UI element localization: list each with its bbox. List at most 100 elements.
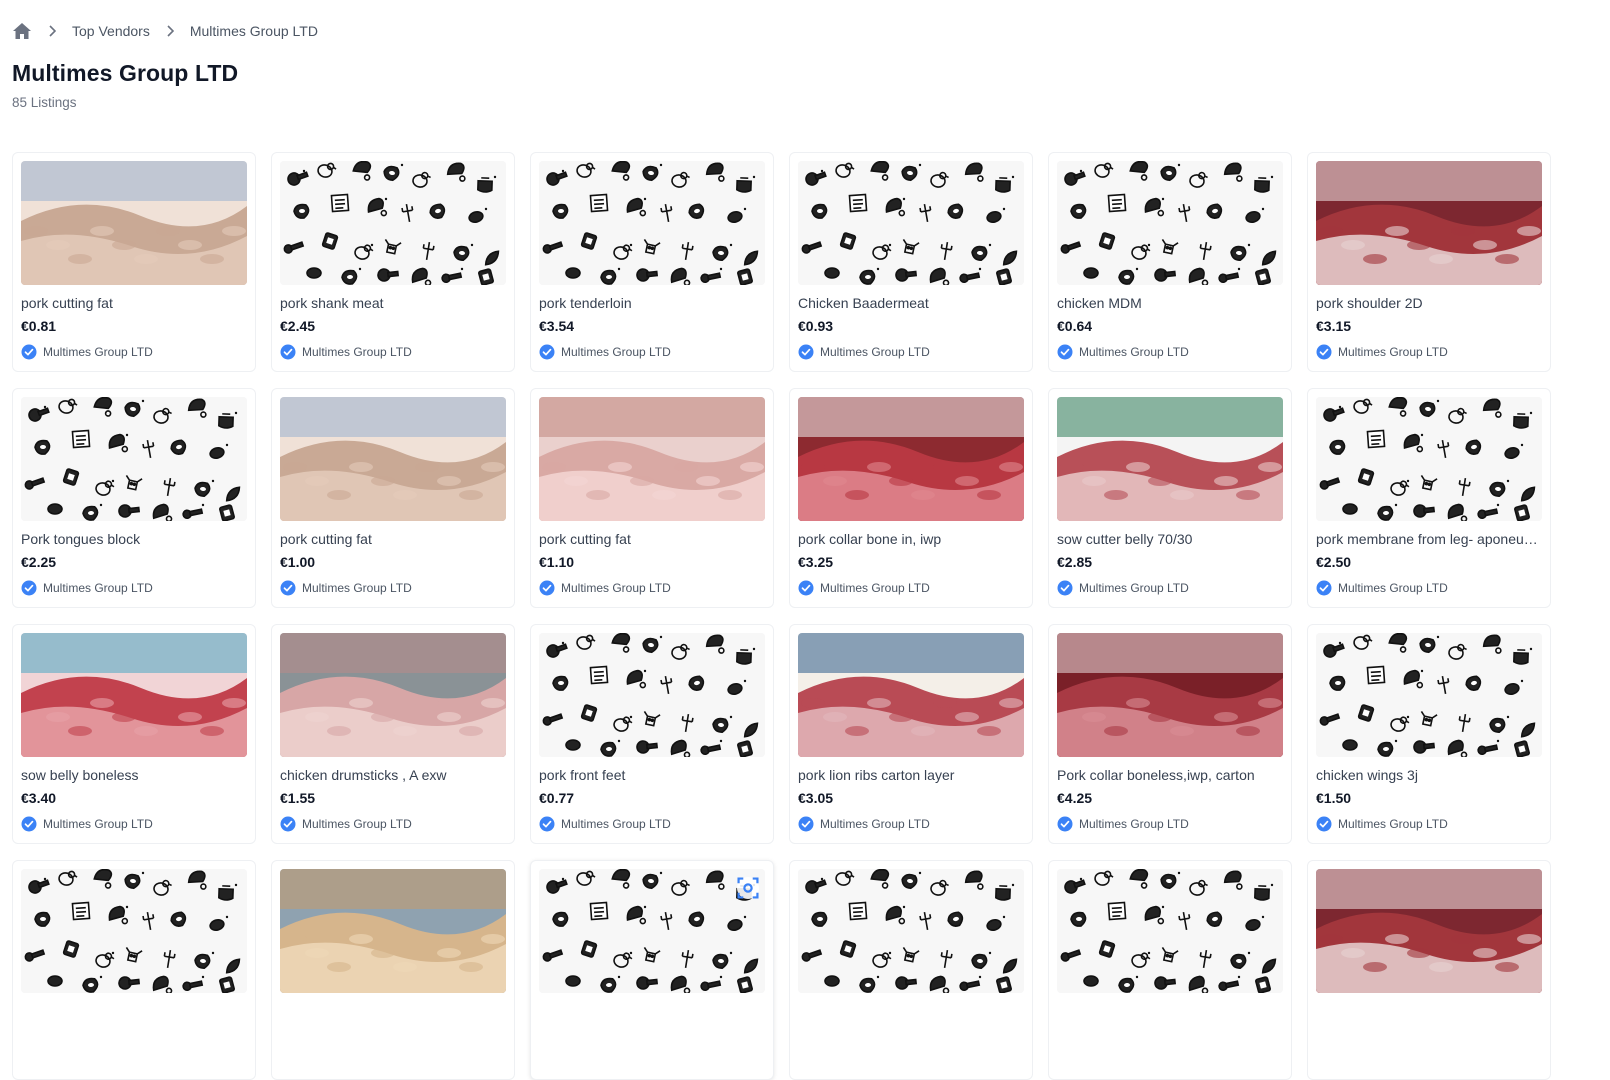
listing-card[interactable] <box>530 860 774 1080</box>
listing-vendor[interactable]: Multimes Group LTD <box>798 344 1024 360</box>
vendor-name[interactable]: Multimes Group LTD <box>1079 817 1189 831</box>
listing-vendor[interactable]: Multimes Group LTD <box>21 816 247 832</box>
listing-card[interactable] <box>271 860 515 1080</box>
visual-search-icon[interactable] <box>737 877 759 899</box>
product-image[interactable] <box>280 397 506 521</box>
listing-card[interactable]: pork shank meat €2.45 Multimes Group LTD <box>271 152 515 372</box>
product-image[interactable] <box>798 397 1024 521</box>
placeholder-image[interactable] <box>1057 869 1283 993</box>
vendor-name[interactable]: Multimes Group LTD <box>1079 345 1189 359</box>
listing-vendor[interactable]: Multimes Group LTD <box>21 344 247 360</box>
listing-name[interactable]: pork front feet <box>539 767 765 783</box>
product-image[interactable] <box>1316 869 1542 993</box>
listing-name[interactable]: pork collar bone in, iwp <box>798 531 1024 547</box>
listing-card[interactable] <box>789 860 1033 1080</box>
listing-name[interactable]: pork membrane from leg- aponeurosis <box>1316 531 1542 547</box>
product-image[interactable] <box>1057 633 1283 757</box>
placeholder-image[interactable] <box>539 161 765 285</box>
listing-name[interactable]: pork shoulder 2D <box>1316 295 1542 311</box>
listing-name[interactable]: chicken drumsticks , A exw <box>280 767 506 783</box>
listing-card[interactable]: sow belly boneless €3.40 Multimes Group LT… <box>12 624 256 844</box>
listing-card[interactable]: pork cutting fat €1.00 Multimes Group LTD <box>271 388 515 608</box>
home-icon[interactable] <box>12 21 32 41</box>
listing-card[interactable]: sow cutter belly 70/30 €2.85 Multimes Grou… <box>1048 388 1292 608</box>
listing-vendor[interactable]: Multimes Group LTD <box>539 580 765 596</box>
listing-vendor[interactable]: Multimes Group LTD <box>280 816 506 832</box>
vendor-name[interactable]: Multimes Group LTD <box>43 817 153 831</box>
placeholder-image[interactable] <box>1316 397 1542 521</box>
breadcrumb-current-vendor[interactable]: Multimes Group LTD <box>190 23 318 39</box>
listing-vendor[interactable]: Multimes Group LTD <box>539 344 765 360</box>
placeholder-image[interactable] <box>21 869 247 993</box>
listing-vendor[interactable]: Multimes Group LTD <box>21 580 247 596</box>
listing-name[interactable]: pork lion ribs carton layer <box>798 767 1024 783</box>
listing-card[interactable]: pork tenderloin €3.54 Multimes Group LTD <box>530 152 774 372</box>
vendor-name[interactable]: Multimes Group LTD <box>561 581 671 595</box>
listing-card[interactable]: Pork collar boneless,iwp, carton €4.25 Mul… <box>1048 624 1292 844</box>
listing-name[interactable]: sow belly boneless <box>21 767 247 783</box>
product-image[interactable] <box>539 397 765 521</box>
listing-name[interactable]: sow cutter belly 70/30 <box>1057 531 1283 547</box>
placeholder-image[interactable] <box>280 161 506 285</box>
placeholder-image[interactable] <box>1057 161 1283 285</box>
vendor-name[interactable]: Multimes Group LTD <box>561 817 671 831</box>
listing-vendor[interactable]: Multimes Group LTD <box>798 580 1024 596</box>
listing-name[interactable]: Pork tongues block <box>21 531 247 547</box>
listing-card[interactable]: pork collar bone in, iwp €3.25 Multimes Gr… <box>789 388 1033 608</box>
listing-card[interactable]: chicken wings 3j €1.50 Multimes Group LTD <box>1307 624 1551 844</box>
vendor-name[interactable]: Multimes Group LTD <box>820 345 930 359</box>
listing-name[interactable]: Pork collar boneless,iwp, carton <box>1057 767 1283 783</box>
listing-name[interactable]: chicken MDM <box>1057 295 1283 311</box>
listing-card[interactable]: pork lion ribs carton layer €3.05 Multimes… <box>789 624 1033 844</box>
vendor-name[interactable]: Multimes Group LTD <box>43 581 153 595</box>
listing-card[interactable]: pork cutting fat €0.81 Multimes Group LTD <box>12 152 256 372</box>
listing-name[interactable]: pork tenderloin <box>539 295 765 311</box>
vendor-name[interactable]: Multimes Group LTD <box>820 817 930 831</box>
listing-card[interactable]: pork cutting fat €1.10 Multimes Group LTD <box>530 388 774 608</box>
vendor-name[interactable]: Multimes Group LTD <box>302 345 412 359</box>
vendor-name[interactable]: Multimes Group LTD <box>820 581 930 595</box>
listing-vendor[interactable]: Multimes Group LTD <box>1316 816 1542 832</box>
listing-name[interactable]: pork cutting fat <box>539 531 765 547</box>
breadcrumb-top-vendors[interactable]: Top Vendors <box>72 23 150 39</box>
placeholder-image[interactable] <box>539 633 765 757</box>
product-image[interactable] <box>798 633 1024 757</box>
listing-vendor[interactable]: Multimes Group LTD <box>1057 816 1283 832</box>
listing-card[interactable]: pork shoulder 2D €3.15 Multimes Group LTD <box>1307 152 1551 372</box>
vendor-name[interactable]: Multimes Group LTD <box>302 817 412 831</box>
listing-vendor[interactable]: Multimes Group LTD <box>1057 344 1283 360</box>
vendor-name[interactable]: Multimes Group LTD <box>561 345 671 359</box>
listing-card[interactable] <box>1048 860 1292 1080</box>
vendor-name[interactable]: Multimes Group LTD <box>302 581 412 595</box>
listing-name[interactable]: pork cutting fat <box>21 295 247 311</box>
listing-card[interactable]: chicken drumsticks , A exw €1.55 Multimes … <box>271 624 515 844</box>
product-image[interactable] <box>1057 397 1283 521</box>
listing-vendor[interactable]: Multimes Group LTD <box>539 816 765 832</box>
vendor-name[interactable]: Multimes Group LTD <box>1338 817 1448 831</box>
listing-card[interactable]: Chicken Baadermeat €0.93 Multimes Group LT… <box>789 152 1033 372</box>
vendor-name[interactable]: Multimes Group LTD <box>1079 581 1189 595</box>
listing-vendor[interactable]: Multimes Group LTD <box>1316 580 1542 596</box>
listing-name[interactable]: chicken wings 3j <box>1316 767 1542 783</box>
listing-name[interactable]: pork cutting fat <box>280 531 506 547</box>
listing-name[interactable]: pork shank meat <box>280 295 506 311</box>
vendor-name[interactable]: Multimes Group LTD <box>1338 345 1448 359</box>
listing-vendor[interactable]: Multimes Group LTD <box>1057 580 1283 596</box>
listing-name[interactable]: Chicken Baadermeat <box>798 295 1024 311</box>
placeholder-image[interactable] <box>539 869 765 993</box>
listing-card[interactable]: Pork tongues block €2.25 Multimes Group LT… <box>12 388 256 608</box>
listing-vendor[interactable]: Multimes Group LTD <box>280 580 506 596</box>
placeholder-image[interactable] <box>21 397 247 521</box>
listing-card[interactable] <box>1307 860 1551 1080</box>
listing-card[interactable]: pork membrane from leg- aponeurosis €2.50… <box>1307 388 1551 608</box>
listing-card[interactable]: chicken MDM €0.64 Multimes Group LTD <box>1048 152 1292 372</box>
listing-vendor[interactable]: Multimes Group LTD <box>798 816 1024 832</box>
vendor-name[interactable]: Multimes Group LTD <box>43 345 153 359</box>
listing-card[interactable]: pork front feet €0.77 Multimes Group LTD <box>530 624 774 844</box>
listing-vendor[interactable]: Multimes Group LTD <box>1316 344 1542 360</box>
product-image[interactable] <box>1316 161 1542 285</box>
product-image[interactable] <box>280 633 506 757</box>
product-image[interactable] <box>280 869 506 993</box>
listing-card[interactable] <box>12 860 256 1080</box>
product-image[interactable] <box>21 633 247 757</box>
